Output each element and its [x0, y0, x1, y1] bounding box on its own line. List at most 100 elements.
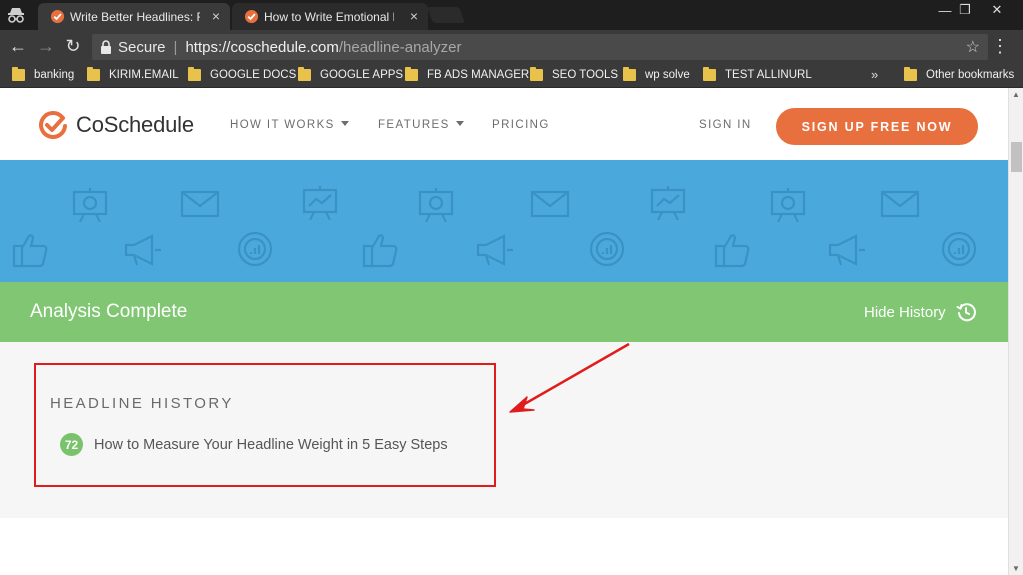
- incognito-icon: [8, 8, 24, 23]
- new-tab-button[interactable]: [427, 7, 465, 23]
- analysis-status-title: Analysis Complete: [30, 301, 188, 322]
- presentation-icon: [770, 188, 806, 222]
- analytics-circle-icon: [941, 231, 977, 267]
- chevron-down-icon: [340, 121, 349, 126]
- thumbs-up-icon: [362, 234, 398, 268]
- nav-label: FEATURES: [378, 119, 450, 131]
- bookmarks-bar: banking KIRIM.EMAIL GOOGLE DOCS GOOGLE A…: [0, 62, 1023, 88]
- close-tab-icon[interactable]: ×: [212, 8, 220, 24]
- forward-button[interactable]: →: [36, 36, 56, 56]
- envelope-icon: [880, 190, 920, 218]
- nav-sign-in[interactable]: SIGN IN: [699, 119, 752, 131]
- lock-icon: [101, 40, 111, 54]
- envelope-icon: [530, 190, 570, 218]
- bookmark-label: KIRIM.EMAIL: [109, 69, 179, 81]
- bookmark-wp-solve[interactable]: wp solve: [623, 67, 690, 83]
- tab-emotional-headlines[interactable]: How to Write Emotional He ×: [232, 3, 428, 30]
- page-scrollbar[interactable]: ▲ ▼: [1008, 88, 1023, 575]
- address-separator: |: [173, 38, 178, 56]
- nav-pricing[interactable]: PRICING: [492, 119, 550, 131]
- browser-toolbar: ← → ↻ Secure | https://coschedule.com/he…: [0, 30, 1023, 62]
- bookmark-label: GOOGLE DOCS: [210, 69, 297, 81]
- bookmark-label: banking: [34, 69, 75, 81]
- analysis-status-bar: Analysis Complete Hide History: [0, 282, 1008, 342]
- bookmark-label: Other bookmarks: [926, 69, 1015, 81]
- bookmark-test-allinurl[interactable]: TEST ALLINURL: [703, 67, 812, 83]
- headline-history-heading: HEADLINE HISTORY: [50, 395, 234, 412]
- scroll-thumb[interactable]: [1011, 142, 1022, 172]
- chart-board-icon: [302, 186, 338, 220]
- chart-board-icon: [650, 186, 686, 220]
- close-tab-icon[interactable]: ×: [410, 8, 418, 24]
- bookmark-label: SEO TOOLS: [552, 69, 619, 81]
- browser-menu-icon[interactable]: ⋮: [991, 36, 1009, 56]
- bookmark-star-icon[interactable]: ☆: [966, 37, 980, 57]
- folder-icon: [904, 67, 917, 81]
- hero-pattern: [0, 160, 1008, 282]
- thumbs-up-icon: [12, 234, 48, 268]
- tab-title: Write Better Headlines: Fre: [70, 9, 200, 24]
- score-badge: 72: [60, 433, 83, 456]
- address-bar[interactable]: Secure | https://coschedule.com/headline…: [92, 34, 988, 60]
- coschedule-logo-icon: [39, 111, 67, 139]
- bookmark-seo-tools[interactable]: SEO TOOLS: [530, 67, 618, 83]
- coschedule-favicon-icon: [50, 9, 65, 24]
- coschedule-logo[interactable]: CoSchedule: [38, 110, 194, 140]
- megaphone-icon: [828, 234, 865, 266]
- bookmark-kirim-email[interactable]: KIRIM.EMAIL: [87, 67, 179, 83]
- bookmark-label: wp solve: [645, 69, 690, 81]
- megaphone-icon: [476, 234, 513, 266]
- folder-icon: [188, 67, 201, 81]
- reload-button[interactable]: ↻: [63, 36, 83, 56]
- site-header: CoSchedule HOW IT WORKS FEATURES PRICING…: [0, 88, 1008, 160]
- history-headline-text: How to Measure Your Headline Weight in 5…: [94, 436, 448, 453]
- envelope-icon: [180, 190, 220, 218]
- secure-label: Secure: [118, 38, 166, 56]
- presentation-icon: [72, 188, 108, 222]
- bookmark-banking[interactable]: banking: [12, 67, 74, 83]
- presentation-icon: [418, 188, 454, 222]
- megaphone-icon: [124, 234, 161, 266]
- folder-icon: [87, 67, 100, 81]
- logo-text: CoSchedule: [76, 112, 194, 137]
- history-list-item[interactable]: 72 How to Measure Your Headline Weight i…: [60, 433, 448, 456]
- sign-up-button[interactable]: SIGN UP FREE NOW: [776, 108, 978, 145]
- scroll-up-icon[interactable]: ▲: [1012, 90, 1020, 99]
- back-button[interactable]: ←: [8, 36, 28, 56]
- bookmark-google-docs[interactable]: GOOGLE DOCS: [188, 67, 296, 83]
- nav-how-it-works[interactable]: HOW IT WORKS: [230, 119, 349, 131]
- hide-history-label: Hide History: [864, 303, 946, 321]
- url-path: /headline-analyzer: [338, 38, 462, 56]
- restore-button[interactable]: ❐: [948, 0, 982, 20]
- close-window-button[interactable]: ✕: [980, 0, 1014, 20]
- bookmark-label: GOOGLE APPS: [320, 69, 404, 81]
- hide-history-button[interactable]: Hide History: [864, 302, 976, 322]
- thumbs-up-icon: [714, 234, 750, 268]
- history-clock-icon: [956, 303, 976, 322]
- chevron-down-icon: [455, 121, 464, 126]
- folder-icon: [623, 67, 636, 81]
- folder-icon: [703, 67, 716, 81]
- coschedule-favicon-icon: [244, 9, 259, 24]
- bookmark-label: FB ADS MANAGER: [427, 69, 530, 81]
- folder-icon: [298, 67, 311, 81]
- tab-write-better-headlines[interactable]: Write Better Headlines: Fre ×: [38, 3, 230, 30]
- folder-icon: [12, 67, 25, 81]
- annotation-highlight-box: [34, 363, 496, 487]
- bookmark-other[interactable]: Other bookmarks: [904, 67, 1014, 83]
- bookmark-fb-ads-manager[interactable]: FB ADS MANAGER: [405, 67, 529, 83]
- bookmarks-overflow-icon[interactable]: »: [871, 67, 878, 82]
- nav-label: HOW IT WORKS: [230, 119, 335, 131]
- browser-tab-bar: Write Better Headlines: Fre × How to Wri…: [0, 0, 1023, 30]
- bookmark-label: TEST ALLINURL: [725, 69, 812, 81]
- folder-icon: [530, 67, 543, 81]
- folder-icon: [405, 67, 418, 81]
- nav-features[interactable]: FEATURES: [378, 119, 464, 131]
- bookmark-google-apps[interactable]: GOOGLE APPS: [298, 67, 403, 83]
- analytics-circle-icon: [237, 231, 273, 267]
- tab-title: How to Write Emotional He: [264, 9, 394, 24]
- url-host: https://coschedule.com: [185, 38, 339, 56]
- scroll-down-icon[interactable]: ▼: [1012, 564, 1020, 573]
- analytics-circle-icon: [589, 231, 625, 267]
- page-viewport: CoSchedule HOW IT WORKS FEATURES PRICING…: [0, 88, 1008, 575]
